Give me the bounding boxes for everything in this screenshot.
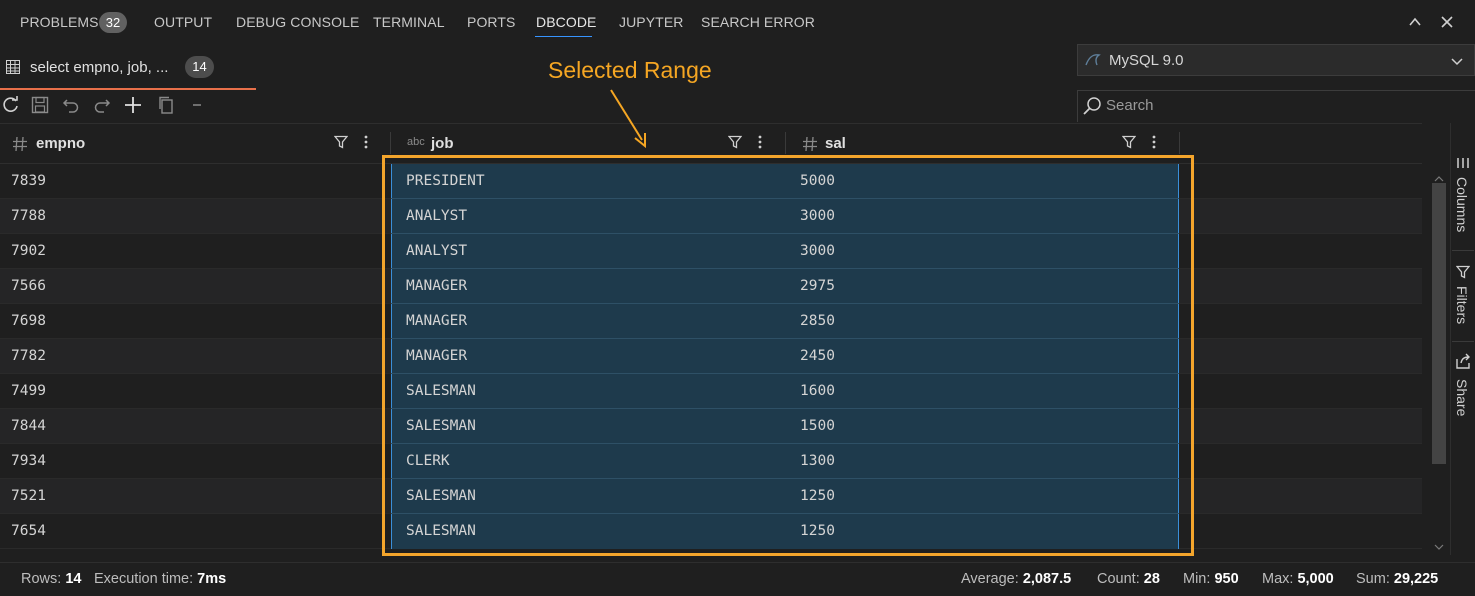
add-row-icon[interactable] [122, 94, 144, 116]
status-average: Average: 2,087.5 [961, 571, 1072, 587]
filter-icon[interactable] [727, 135, 743, 154]
tab-terminal[interactable]: TERMINAL [373, 14, 445, 30]
column-header-label: empno [36, 135, 86, 152]
filter-icon [1455, 265, 1471, 284]
tab-output[interactable]: OUTPUT [154, 14, 212, 30]
scrollbar-thumb[interactable] [1432, 183, 1446, 464]
more-options-icon[interactable] [1149, 134, 1159, 155]
cell-empno[interactable]: 7934 [11, 453, 46, 469]
active-tab-indicator [535, 36, 592, 37]
status-min: Min: 950 [1183, 571, 1239, 587]
tab-ports[interactable]: PORTS [467, 14, 515, 30]
status-max: Max: 5,000 [1262, 571, 1334, 587]
column-separator[interactable] [1179, 132, 1180, 154]
side-tab-share[interactable]: Share [1454, 379, 1470, 416]
abc-icon: abc [407, 136, 425, 148]
cell-empno[interactable]: 7654 [11, 523, 46, 539]
cell-empno[interactable]: 7698 [11, 313, 46, 329]
cell-empno[interactable]: 7902 [11, 243, 46, 259]
side-tab-columns[interactable]: Columns [1454, 177, 1470, 232]
connection-label: MySQL 9.0 [1109, 52, 1184, 69]
selected-range-annotation-box [382, 155, 1194, 556]
filter-icon[interactable] [333, 135, 349, 154]
cell-empno[interactable]: 7839 [11, 173, 46, 189]
redo-icon[interactable] [91, 94, 113, 116]
close-icon[interactable] [1435, 10, 1459, 34]
chevron-down-icon[interactable] [1450, 54, 1464, 73]
filter-icon[interactable] [1121, 135, 1137, 154]
cell-empno[interactable]: 7788 [11, 208, 46, 224]
refresh-icon[interactable] [0, 94, 22, 116]
copy-icon[interactable] [155, 94, 177, 116]
search-placeholder: Search [1106, 97, 1154, 114]
tab-search-error[interactable]: SEARCH ERROR [701, 14, 815, 30]
column-header-label: sal [825, 135, 846, 152]
status-rows: Rows: 14 [21, 571, 82, 587]
scroll-down-arrow-icon[interactable] [1434, 538, 1444, 556]
chevron-up-icon[interactable] [1403, 10, 1427, 34]
annotation-arrow-icon [610, 89, 646, 149]
more-options-icon[interactable] [755, 134, 765, 155]
annotation-label: Selected Range [548, 57, 712, 83]
remove-row-icon[interactable] [186, 94, 208, 116]
problems-badge: 32 [99, 12, 127, 33]
more-options-icon[interactable] [361, 134, 371, 155]
status-count: Count: 28 [1097, 571, 1160, 587]
query-tab-underline [0, 88, 256, 90]
cell-empno[interactable]: 7499 [11, 383, 46, 399]
tab-debug-console[interactable]: DEBUG CONSOLE [236, 14, 359, 30]
tab-jupyter[interactable]: JUPYTER [619, 14, 684, 30]
cell-empno[interactable]: 7844 [11, 418, 46, 434]
status-execution-time: Execution time: 7ms [94, 571, 227, 587]
column-header-label: job [431, 135, 454, 152]
save-icon[interactable] [29, 94, 51, 116]
columns-icon [1456, 156, 1470, 174]
tab-problems[interactable]: PROBLEMS [20, 14, 99, 30]
mysql-icon [1084, 51, 1102, 74]
query-tab[interactable]: select empno, job, ... [30, 59, 168, 76]
cell-empno[interactable]: 7521 [11, 488, 46, 504]
share-icon [1454, 352, 1472, 375]
query-tab-badge: 14 [185, 56, 214, 78]
undo-icon[interactable] [60, 94, 82, 116]
tab-dbcode[interactable]: DBCODE [536, 14, 597, 30]
status-sum: Sum: 29,225 [1356, 571, 1439, 587]
grid-icon [6, 60, 20, 79]
side-tab-filters[interactable]: Filters [1454, 286, 1470, 324]
cell-empno[interactable]: 7782 [11, 348, 46, 364]
search-icon [1082, 96, 1102, 121]
side-divider [1452, 250, 1474, 251]
hash-icon [11, 135, 29, 158]
cell-empno[interactable]: 7566 [11, 278, 46, 294]
side-divider [1452, 341, 1474, 342]
